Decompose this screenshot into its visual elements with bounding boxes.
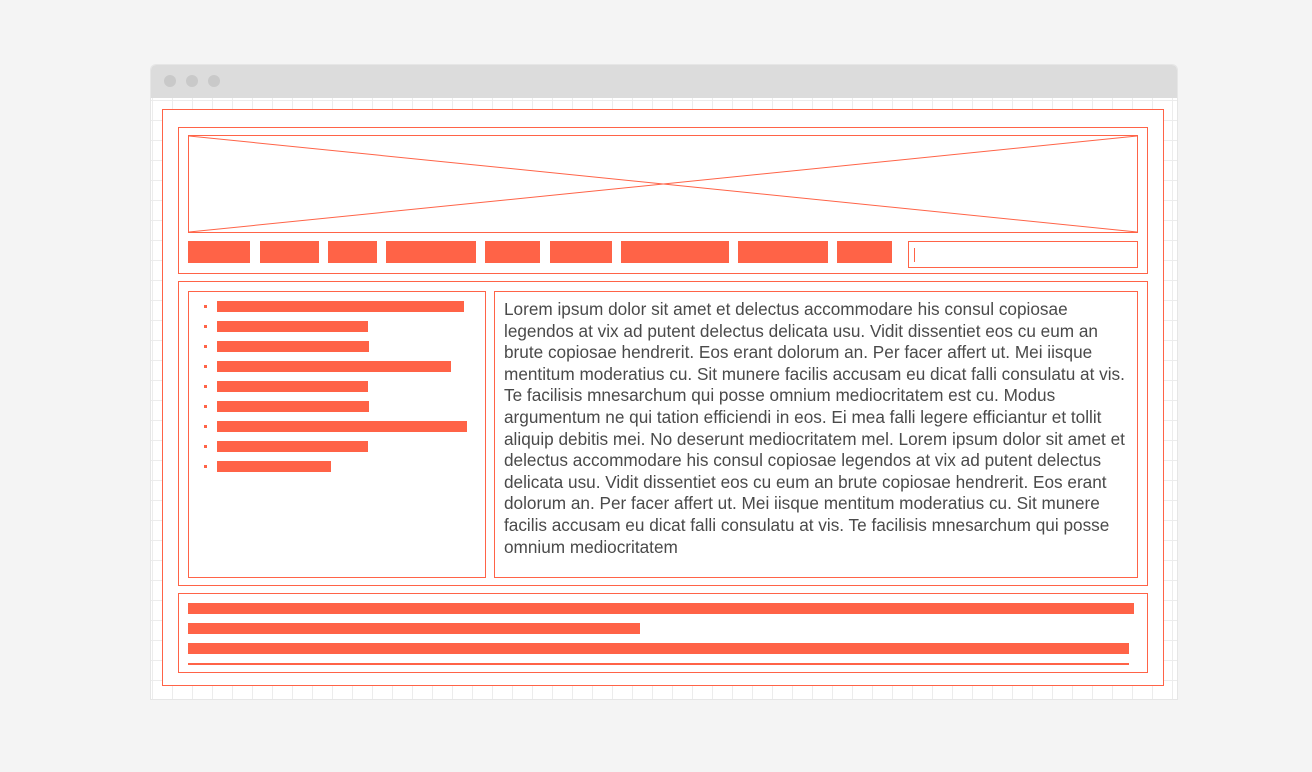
sidebar-list-item-6[interactable] <box>217 401 369 412</box>
nav-item-9[interactable] <box>837 241 892 263</box>
sidebar-list-item-5[interactable] <box>217 381 368 392</box>
sidebar-list-item-9[interactable] <box>217 461 331 472</box>
list-bullet <box>204 465 207 468</box>
list-bullet <box>204 365 207 368</box>
nav-item-4[interactable] <box>386 241 476 263</box>
nav-item-1[interactable] <box>188 241 250 263</box>
main-section: Lorem ipsum dolor sit amet et delectus a… <box>178 281 1148 586</box>
close-dot-icon[interactable] <box>164 75 176 87</box>
sidebar-list-item-3[interactable] <box>217 341 369 352</box>
footer-text-line-2 <box>188 623 640 634</box>
nav-item-6[interactable] <box>550 241 612 263</box>
sidebar <box>188 291 486 578</box>
window-titlebar <box>151 65 1177 98</box>
list-bullet <box>204 345 207 348</box>
footer-text-line-1 <box>188 603 1134 614</box>
list-bullet <box>204 305 207 308</box>
list-bullet <box>204 325 207 328</box>
sidebar-list-item-7[interactable] <box>217 421 467 432</box>
sidebar-list-item-1[interactable] <box>217 301 464 312</box>
browser-window: Lorem ipsum dolor sit amet et delectus a… <box>151 65 1177 699</box>
header-section <box>178 127 1148 274</box>
nav-item-8[interactable] <box>738 241 828 263</box>
text-cursor <box>914 248 915 262</box>
footer-section <box>178 593 1148 673</box>
minimize-dot-icon[interactable] <box>186 75 198 87</box>
list-bullet <box>204 405 207 408</box>
content-panel: Lorem ipsum dolor sit amet et delectus a… <box>494 291 1138 578</box>
list-bullet <box>204 425 207 428</box>
search-input[interactable] <box>908 241 1138 268</box>
sidebar-list-item-2[interactable] <box>217 321 368 332</box>
nav-item-5[interactable] <box>485 241 540 263</box>
page-viewport: Lorem ipsum dolor sit amet et delectus a… <box>151 98 1177 699</box>
list-bullet <box>204 445 207 448</box>
maximize-dot-icon[interactable] <box>208 75 220 87</box>
list-bullet <box>204 385 207 388</box>
footer-divider <box>188 663 1129 665</box>
sidebar-list-item-4[interactable] <box>217 361 451 372</box>
footer-text-line-3 <box>188 643 1129 654</box>
banner-image-placeholder <box>188 135 1138 233</box>
nav-item-3[interactable] <box>328 241 377 263</box>
content-paragraph: Lorem ipsum dolor sit amet et delectus a… <box>504 299 1125 557</box>
sidebar-list-item-8[interactable] <box>217 441 368 452</box>
image-placeholder-icon <box>189 136 1137 232</box>
page-container: Lorem ipsum dolor sit amet et delectus a… <box>162 109 1164 686</box>
nav-item-7[interactable] <box>621 241 729 263</box>
nav-item-2[interactable] <box>260 241 319 263</box>
